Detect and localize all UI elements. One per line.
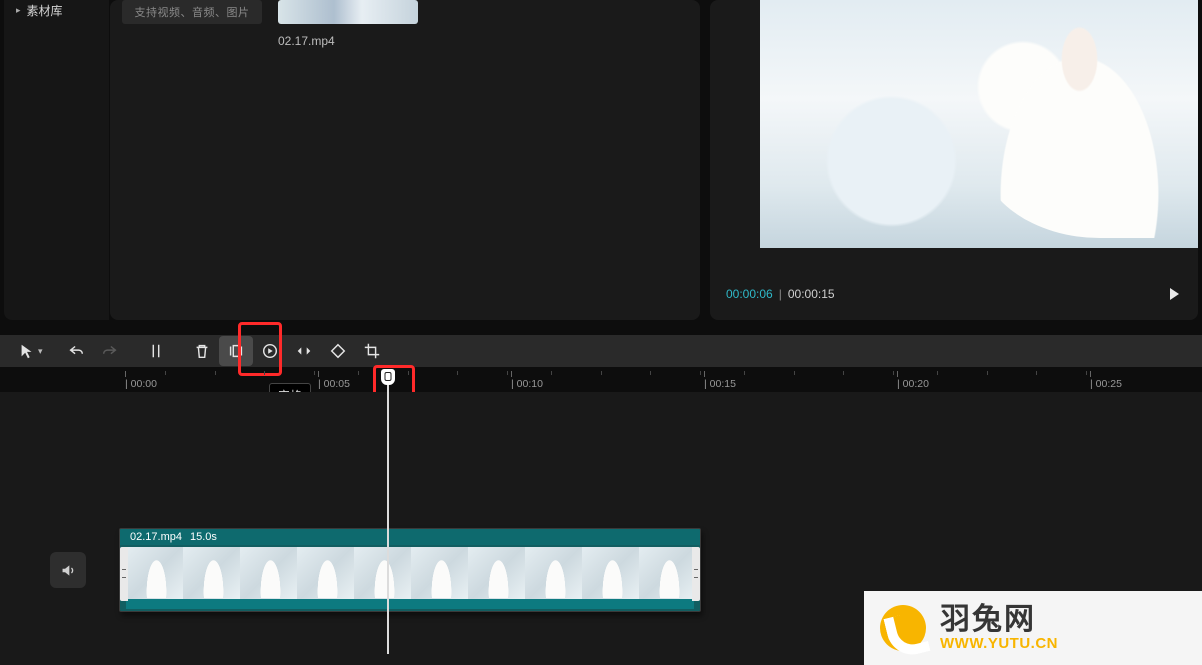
preview-total-time: 00:00:15 (788, 287, 835, 301)
clip-thumbnail-strip (126, 547, 694, 601)
sidebar-item-library[interactable]: ▸ 素材库 (4, 0, 109, 29)
mirror-icon (295, 342, 313, 360)
track-mute-button[interactable] (50, 552, 86, 588)
pointer-dropdown-icon[interactable]: ▾ (38, 346, 43, 357)
media-panel: 支持视频、音频、图片 02.17.mp4 (110, 0, 700, 320)
timeline-toolbar: ▾ (0, 335, 1202, 367)
freeze-frame-icon (227, 342, 245, 360)
media-thumbnail-label: 02.17.mp4 (278, 34, 418, 48)
ruler-tick-1: | 00:05 (318, 378, 350, 390)
preview-current-time: 00:00:06 (726, 287, 773, 301)
redo-button[interactable] (93, 336, 127, 366)
rotate-button[interactable] (321, 336, 355, 366)
watermark-logo-icon (880, 605, 926, 651)
timeline-playhead[interactable] (387, 369, 389, 654)
speed-button[interactable] (253, 336, 287, 366)
watermark-name: 羽兔网 (940, 603, 1058, 636)
speed-icon (261, 342, 279, 360)
freeze-frame-button[interactable] (219, 336, 253, 366)
media-thumbnail-image (278, 0, 418, 24)
split-button[interactable] (139, 336, 173, 366)
clip-header: 02.17.mp4 15.0s (120, 529, 700, 545)
speaker-icon (60, 562, 77, 579)
watermark-url: WWW.YUTU.CN (940, 636, 1058, 653)
media-thumbnail[interactable]: 02.17.mp4 (278, 0, 418, 48)
ruler-tick-5: | 00:25 (1090, 378, 1122, 390)
import-placeholder-hint: 支持视频、音频、图片 (122, 0, 262, 24)
mirror-button[interactable] (287, 336, 321, 366)
clip-name-label: 02.17.mp4 (130, 531, 182, 543)
trash-icon (193, 342, 211, 360)
watermark-badge: 羽兔网 WWW.YUTU.CN (864, 591, 1202, 665)
rotate-icon (329, 342, 347, 360)
ruler-tick-4: | 00:20 (897, 378, 929, 390)
caret-right-icon: ▸ (16, 5, 21, 16)
pointer-icon (18, 342, 36, 360)
ruler-tick-2: | 00:10 (511, 378, 543, 390)
delete-button[interactable] (185, 336, 219, 366)
preview-viewport[interactable] (760, 0, 1198, 248)
preview-time-separator: | (779, 287, 782, 301)
clip-left-handle[interactable] (120, 547, 128, 601)
crop-button[interactable] (355, 336, 389, 366)
clip-duration-label: 15.0s (190, 531, 217, 543)
import-placeholder[interactable]: 支持视频、音频、图片 (122, 0, 262, 48)
sidebar-item-label: 素材库 (27, 2, 63, 19)
undo-button[interactable] (59, 336, 93, 366)
clip-audio-waveform (126, 599, 694, 609)
undo-icon (67, 342, 85, 360)
play-button[interactable] (1166, 286, 1182, 302)
ruler-tick-0: | 00:00 (125, 378, 157, 390)
clip-right-handle[interactable] (692, 547, 700, 601)
preview-panel: 00:00:06 | 00:00:15 (710, 0, 1198, 320)
crop-icon (363, 342, 381, 360)
ruler-tick-3: | 00:15 (704, 378, 736, 390)
sidebar-panel: ▸ 素材库 (4, 0, 109, 320)
redo-icon (101, 342, 119, 360)
video-clip[interactable]: 02.17.mp4 15.0s (119, 528, 701, 612)
preview-controls: 00:00:06 | 00:00:15 (726, 286, 1182, 302)
play-icon (1166, 286, 1182, 302)
playhead-handle-icon[interactable] (381, 369, 395, 385)
timeline-track-area[interactable]: 02.17.mp4 15.0s 羽兔网 WWW.YUTU.CN (0, 392, 1202, 665)
split-icon (147, 342, 165, 360)
timeline-ruler[interactable]: | 00:00 | 00:05 | 00:10 | 00:15 | 00:20 … (0, 367, 1202, 391)
